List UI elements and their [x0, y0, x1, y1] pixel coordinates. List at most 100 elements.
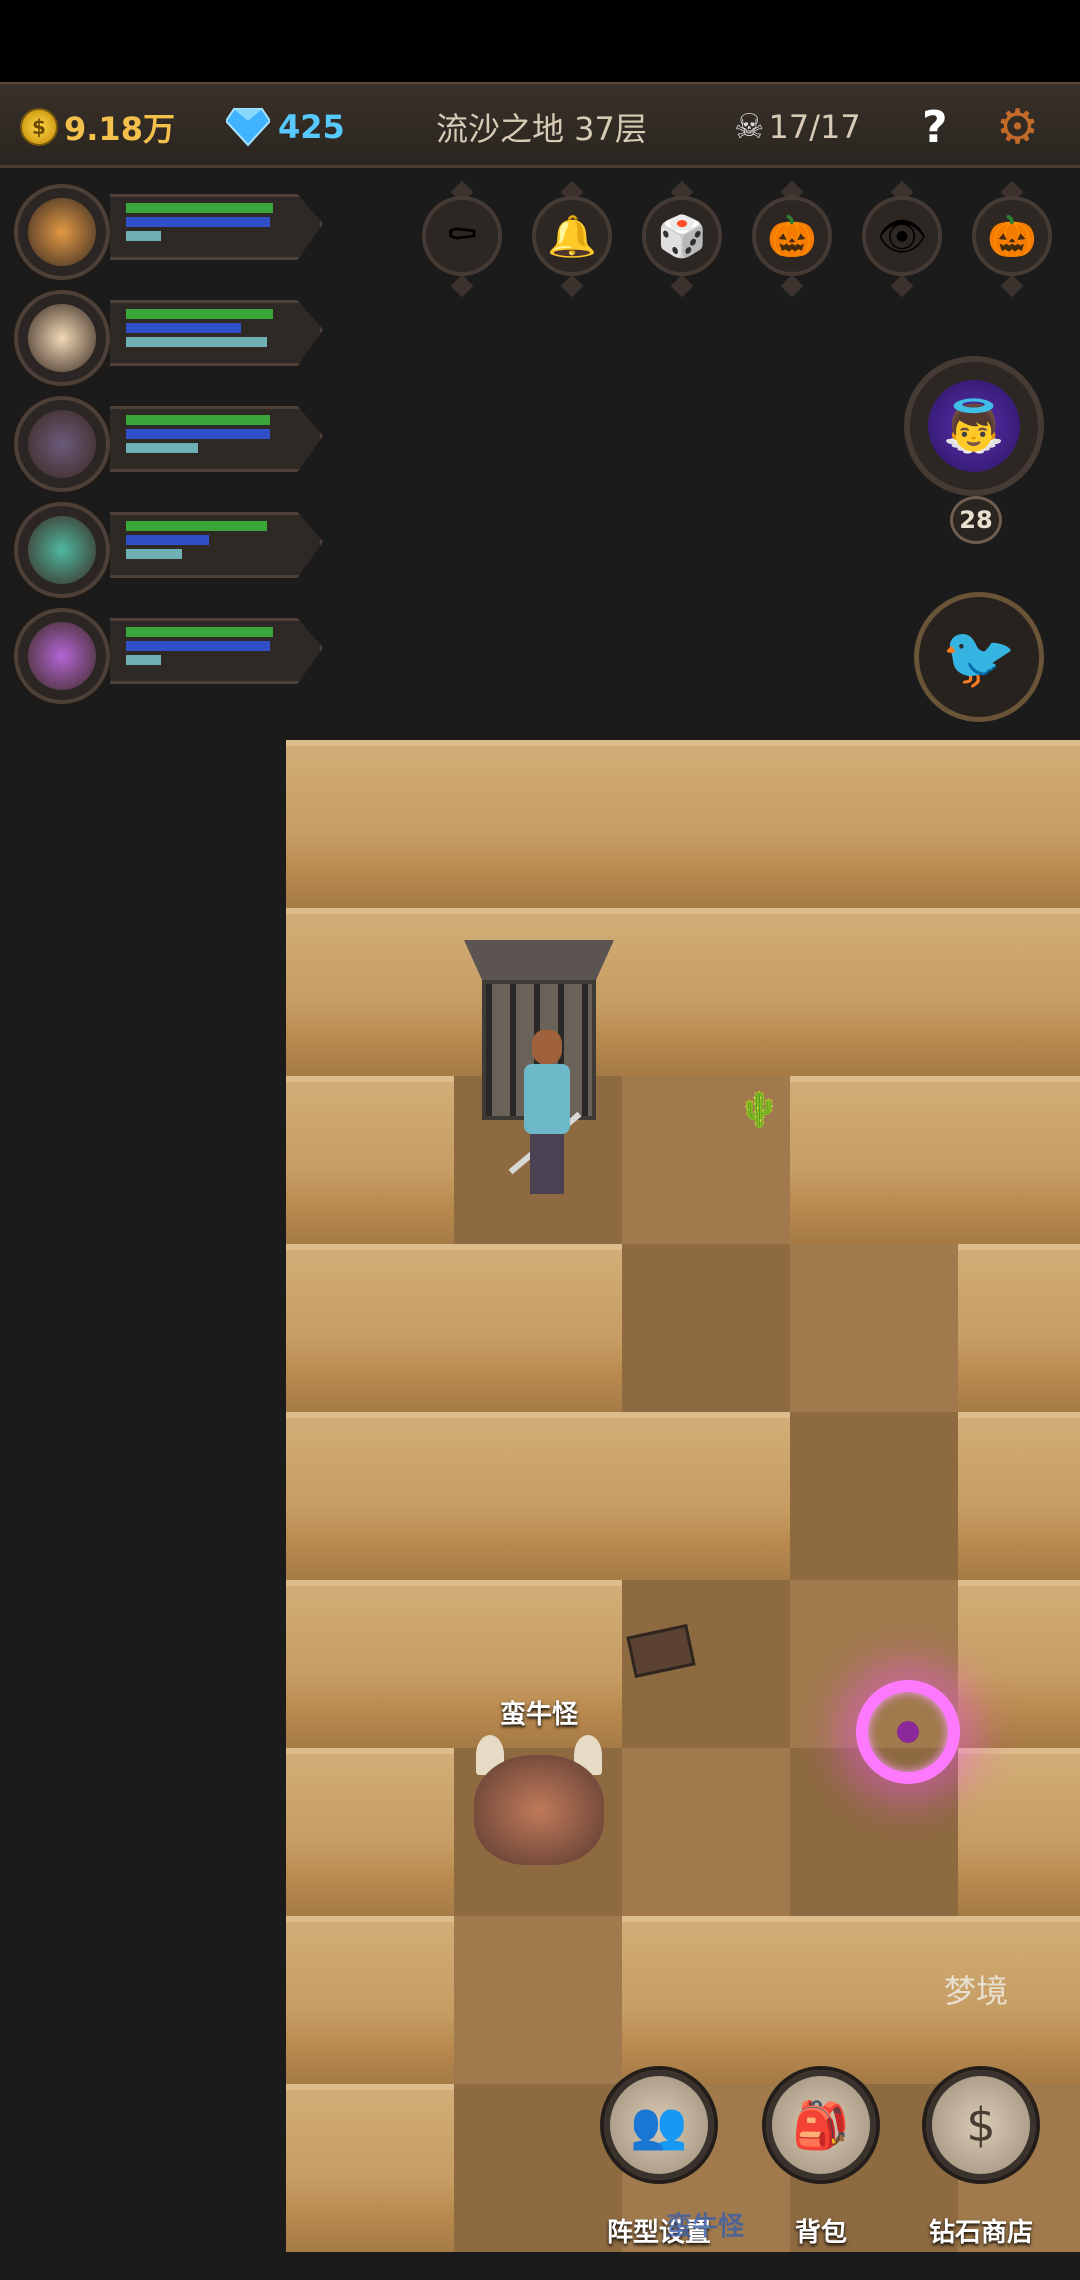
raven-skill-button[interactable]: 🐦: [914, 592, 1044, 722]
hero-face-icon: [28, 622, 96, 690]
mp-bar: [126, 641, 270, 651]
sand-wall-tile: [454, 740, 622, 908]
sand-wall-tile: [286, 2084, 454, 2252]
bull-monster[interactable]: [464, 1725, 614, 1885]
hero-stat-bars: [110, 618, 323, 684]
sand-wall-tile: [286, 1244, 454, 1412]
dream-button[interactable]: 梦境: [944, 1966, 1008, 2012]
companion-angel-button[interactable]: 👼 28: [894, 336, 1062, 546]
player-body: [524, 1064, 570, 1134]
sand-wall-tile: [958, 1412, 1080, 1580]
mp-bar: [126, 429, 270, 439]
relic-slot[interactable]: 🎲: [636, 180, 728, 298]
slot-spike: [450, 274, 474, 298]
slot-spike: [670, 274, 694, 298]
sand-wall-tile: [622, 1916, 790, 2084]
mp-bar: [126, 535, 210, 545]
sand-wall-tile: [286, 1916, 454, 2084]
question-icon: ?: [922, 101, 948, 153]
slot-spike: [560, 274, 584, 298]
sand-wall-tile: [286, 1076, 454, 1244]
hp-bar: [126, 521, 267, 531]
mp-bar: [126, 217, 270, 227]
hero-portrait: [14, 290, 110, 386]
sand-wall-tile: [286, 1580, 454, 1748]
gold-amount: 9.18万: [64, 110, 175, 148]
angel-icon: 👼: [928, 380, 1020, 472]
cactus-icon: 🌵: [738, 1090, 781, 1130]
hero-portrait: [14, 396, 110, 492]
slot-spike: [890, 274, 914, 298]
sand-wall-tile: [958, 908, 1080, 1076]
hero-stat-bars: [110, 300, 323, 366]
help-button[interactable]: ?: [922, 84, 948, 170]
player-character: [500, 1030, 590, 1210]
floor-tile: [454, 1916, 622, 2084]
pumpkin-icon: 🎃: [972, 196, 1052, 276]
relic-slot[interactable]: 🔔: [526, 180, 618, 298]
sand-wall-tile: [454, 1244, 622, 1412]
hp-bar: [126, 309, 274, 319]
relic-slot[interactable]: ⚰: [416, 180, 508, 298]
hero-card[interactable]: [14, 184, 334, 280]
pumpkin-icon: 🎃: [752, 196, 832, 276]
player-legs: [530, 1134, 564, 1194]
sand-wall-tile: [790, 740, 958, 908]
diamond-icon: [226, 108, 270, 147]
companion-frame: 👼: [904, 356, 1044, 496]
status-bar: [0, 0, 1080, 82]
hero-face-icon: [28, 516, 96, 584]
sand-wall-tile: [622, 908, 790, 1076]
sand-wall-tile: [790, 908, 958, 1076]
hero-portrait: [14, 608, 110, 704]
bell-icon: 🔔: [532, 196, 612, 276]
hero-portrait: [14, 502, 110, 598]
portal-marker[interactable]: [856, 1680, 960, 1784]
hero-face-icon: [28, 304, 96, 372]
floor-tile: [622, 1244, 790, 1412]
eyeball-icon: 👁: [862, 196, 942, 276]
floor-tile: [790, 1412, 958, 1580]
hero-face-icon: [28, 198, 96, 266]
xp-bar: [126, 231, 162, 241]
top-resource-bar: $ 9.18万 425 流沙之地 37层 ☠ 17/17 ? ⚙: [0, 82, 1080, 168]
player-head: [532, 1030, 562, 1064]
hero-stat-bars: [110, 194, 323, 260]
hero-stat-bars: [110, 406, 323, 472]
hero-card[interactable]: [14, 290, 334, 386]
companion-level-badge: 28: [950, 496, 1002, 544]
raven-icon: 🐦: [941, 622, 1017, 693]
hero-card[interactable]: [14, 608, 334, 704]
sand-wall-tile: [958, 1580, 1080, 1748]
settings-button[interactable]: ⚙: [996, 84, 1039, 170]
dollar-icon: $: [926, 2070, 1036, 2180]
dice-icon: 🎲: [642, 196, 722, 276]
hero-card[interactable]: [14, 396, 334, 492]
portal-core: [897, 1721, 919, 1743]
hero-stat-bars: [110, 512, 323, 578]
sand-wall-tile: [454, 1412, 622, 1580]
kill-counter: ☠ 17/17: [734, 84, 861, 170]
bag-button[interactable]: 🎒 背包: [756, 2070, 886, 2248]
hero-card[interactable]: [14, 502, 334, 598]
slot-spike: [780, 274, 804, 298]
relic-slot[interactable]: 👁: [856, 180, 948, 298]
slot-spike: [1000, 274, 1024, 298]
gold-coin-icon: $: [20, 108, 58, 146]
location-title: 流沙之地 37层: [436, 110, 647, 148]
hp-bar: [126, 415, 270, 425]
bag-label: 背包: [794, 2218, 847, 2248]
hero-face-icon: [28, 410, 96, 478]
sand-wall-tile: [286, 1748, 454, 1916]
relic-slot[interactable]: 🎃: [746, 180, 838, 298]
xp-bar: [126, 337, 267, 347]
floor-tile: [790, 1244, 958, 1412]
backpack-icon: 🎒: [766, 2070, 876, 2180]
diamond-shop-button[interactable]: $ 钻石商店: [916, 2070, 1046, 2248]
hero-portrait: [14, 184, 110, 280]
sand-wall-tile: [622, 740, 790, 908]
coffin-icon: ⚰: [422, 196, 502, 276]
people-icon: 👥: [604, 2070, 714, 2180]
sand-wall-tile: [790, 1916, 958, 2084]
relic-slot[interactable]: 🎃: [966, 180, 1058, 298]
